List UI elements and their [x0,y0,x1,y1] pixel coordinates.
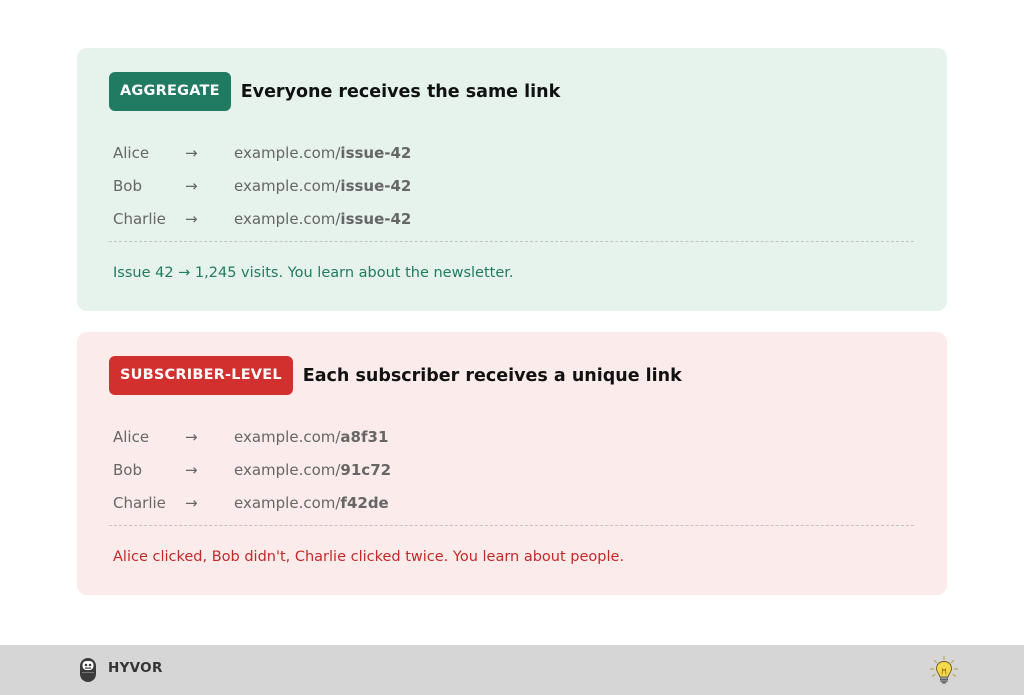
subscriber-name: Charlie [113,493,166,512]
arrow-icon: → [185,176,198,195]
aggregate-row: Bob → example.com/issue-42 [113,169,411,202]
hyvor-logo-icon[interactable] [78,656,98,684]
subscriber-card: SUBSCRIBER-LEVEL Each subscriber receive… [77,332,947,595]
link-url: example.com/issue-42 [234,177,411,195]
subscriber-header: SUBSCRIBER-LEVEL Each subscriber receive… [109,356,682,395]
aggregate-rows: Alice → example.com/issue-42 Bob → examp… [113,136,411,235]
link-url-prefix: example.com/ [234,209,341,228]
link-url-prefix: example.com/ [234,493,341,512]
arrow-icon: → [185,143,198,162]
arrow-icon: → [185,427,198,446]
aggregate-header: AGGREGATE Everyone receives the same lin… [109,72,560,111]
aggregate-note: Issue 42 → 1,245 visits. You learn about… [113,265,514,281]
aggregate-title: Everyone receives the same link [240,81,561,102]
subscriber-name: Bob [113,460,142,479]
aggregate-divider [109,241,914,242]
link-url: example.com/a8f31 [234,428,388,446]
link-url-prefix: example.com/ [234,176,341,195]
subscriber-name: Bob [113,176,142,195]
subscriber-name: Alice [113,143,150,162]
arrow-icon: → [185,460,198,479]
aggregate-card: AGGREGATE Everyone receives the same lin… [77,48,947,311]
aggregate-row: Charlie → example.com/issue-42 [113,202,411,235]
link-url: example.com/issue-42 [234,210,411,228]
subscriber-name: Charlie [113,209,166,228]
link-url-suffix: 91c72 [340,460,392,479]
aggregate-badge: AGGREGATE [109,72,231,111]
link-url-prefix: example.com/ [234,460,341,479]
subscriber-row: Charlie → example.com/f42de [113,486,391,519]
lightbulb-icon[interactable] [928,655,960,687]
link-url: example.com/91c72 [234,461,391,479]
link-url-prefix: example.com/ [234,143,341,162]
subscriber-divider [109,525,914,526]
subscriber-name: Alice [113,427,150,446]
link-url-suffix: issue-42 [340,209,412,228]
aggregate-row: Alice → example.com/issue-42 [113,136,411,169]
subscriber-badge: SUBSCRIBER-LEVEL [109,356,293,395]
arrow-icon: → [185,209,198,228]
subscriber-row: Alice → example.com/a8f31 [113,420,391,453]
link-url-suffix: issue-42 [340,143,412,162]
link-url-suffix: a8f31 [340,427,389,446]
link-url-prefix: example.com/ [234,427,341,446]
arrow-icon: → [185,493,198,512]
subscriber-note: Alice clicked, Bob didn't, Charlie click… [113,549,625,565]
link-url-suffix: f42de [340,493,389,512]
link-url: example.com/f42de [234,494,389,512]
link-url: example.com/issue-42 [234,144,411,162]
brand-name[interactable]: HYVOR [108,660,163,676]
link-url-suffix: issue-42 [340,176,412,195]
footer-bar: HYVOR [0,645,1024,695]
subscriber-rows: Alice → example.com/a8f31 Bob → example.… [113,420,391,519]
subscriber-row: Bob → example.com/91c72 [113,453,391,486]
subscriber-title: Each subscriber receives a unique link [302,365,682,386]
